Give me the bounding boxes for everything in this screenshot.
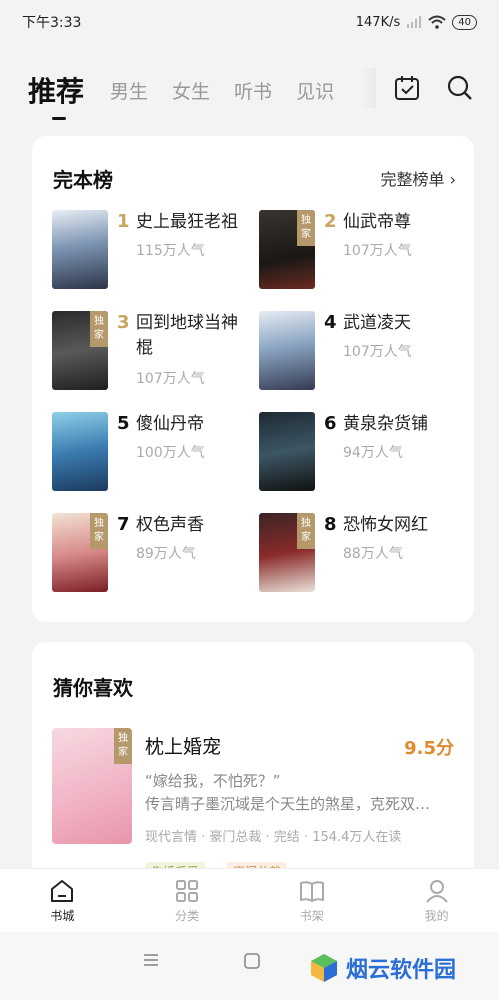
user-icon	[425, 880, 448, 903]
ranking-book-7[interactable]: 独家 7 权色声香 89万人气	[52, 513, 252, 593]
guess-you-like-card: 猜你喜欢 独家 枕上婚宠 9.5分 “嫁给我，不怕死？” 传言晴子墨沉域是个天生…	[32, 642, 474, 882]
exclusive-badge: 独家	[90, 311, 108, 347]
bottom-nav-label: 分类	[175, 909, 200, 923]
tab-female[interactable]: 女生	[172, 77, 210, 104]
battery-icon: 40	[452, 14, 477, 30]
ranking-book-4[interactable]: 4 武道凌天 107万人气	[259, 311, 459, 391]
exclusive-badge: 独家	[114, 728, 132, 764]
top-tab-bar: 推荐 男生 女生 听书 见识	[0, 60, 499, 120]
open-book-icon	[299, 881, 324, 902]
bottom-nav-category[interactable]: 分类	[125, 869, 250, 932]
home-button-icon[interactable]	[243, 952, 261, 970]
rank-number: 2	[324, 211, 337, 232]
status-bar: 下午3:33 147K/s 40	[0, 0, 499, 44]
guess-book-quote: “嫁给我，不怕死？”	[145, 772, 281, 790]
checkin-calendar-icon[interactable]	[393, 74, 421, 102]
book-cover: 独家	[52, 311, 108, 390]
rank-number: 4	[324, 312, 337, 333]
book-cover	[259, 412, 315, 491]
bottom-nav-bookshelf[interactable]: 书架	[250, 869, 375, 932]
bottom-nav-label: 书架	[299, 909, 324, 923]
exclusive-badge: 独家	[297, 513, 315, 549]
watermark-text: 烟云软件园	[346, 958, 457, 983]
book-popularity: 107万人气	[343, 243, 412, 259]
ranking-book-2[interactable]: 独家 2 仙武帝尊 107万人气	[259, 210, 459, 290]
network-speed: 147K/s	[355, 14, 401, 30]
book-popularity: 107万人气	[136, 371, 205, 387]
full-list-link[interactable]: 完整榜单 ›	[381, 166, 457, 190]
wifi-icon	[428, 15, 446, 29]
bottom-nav-profile[interactable]: 我的	[374, 869, 499, 932]
menu-icon[interactable]	[142, 952, 160, 968]
book-popularity: 88万人气	[343, 546, 403, 562]
bottom-nav-label: 我的	[424, 909, 449, 923]
book-title: 回到地球当神棍	[136, 313, 238, 358]
book-cover: 独家	[259, 513, 315, 592]
book-cover	[52, 412, 108, 491]
book-popularity: 107万人气	[343, 344, 412, 360]
rank-number: 7	[117, 514, 130, 535]
ranking-title: 完本榜	[53, 168, 113, 192]
book-title: 武道凌天	[343, 313, 411, 333]
exclusive-badge: 独家	[297, 210, 315, 246]
ranking-book-1[interactable]: 1 史上最狂老祖 115万人气	[52, 210, 252, 290]
bottom-nav-label: 书城	[50, 909, 75, 923]
guess-book-title[interactable]: 枕上婚宠	[145, 732, 221, 759]
bottom-nav-bar: 书城 分类 书架 我的	[0, 868, 499, 932]
tab-recommend[interactable]: 推荐	[28, 70, 84, 120]
grid-icon	[176, 880, 199, 902]
book-popularity: 94万人气	[343, 445, 403, 461]
rank-number: 8	[324, 514, 337, 535]
ranking-book-8[interactable]: 独家 8 恐怖女网红 88万人气	[259, 513, 459, 593]
guess-book-score: 9.5分	[404, 738, 454, 759]
book-cover: 独家	[259, 210, 315, 289]
search-icon[interactable]	[446, 74, 474, 102]
book-title: 黄泉杂货铺	[343, 414, 428, 434]
rank-number: 3	[117, 312, 130, 333]
book-cover: 独家	[52, 513, 108, 592]
tab-male[interactable]: 男生	[110, 77, 148, 104]
ranking-book-5[interactable]: 5 傻仙丹帝 100万人气	[52, 412, 252, 492]
guess-title: 猜你喜欢	[53, 676, 133, 700]
book-title: 恐怖女网红	[343, 515, 428, 535]
book-popularity: 89万人气	[136, 546, 196, 562]
rank-number: 6	[324, 413, 337, 434]
rank-number: 5	[117, 413, 130, 434]
watermark: 烟云软件园	[308, 952, 456, 984]
book-cover	[259, 311, 315, 390]
book-popularity: 100万人气	[136, 445, 205, 461]
ranking-book-6[interactable]: 6 黄泉杂货铺 94万人气	[259, 412, 459, 492]
guess-book-cover[interactable]: 独家	[52, 728, 132, 844]
guess-book-meta: 现代言情 · 豪门总裁 · 完结 · 154.4万人在读	[145, 830, 402, 845]
book-title: 仙武帝尊	[343, 212, 411, 232]
guess-book-description: 传言晴子墨沉域是个天生的煞星，克死双…	[145, 795, 431, 813]
home-icon	[51, 880, 74, 902]
book-popularity: 115万人气	[136, 243, 205, 259]
status-time: 下午3:33	[22, 15, 82, 31]
book-title: 傻仙丹帝	[136, 414, 204, 434]
tab-insight[interactable]: 见识	[296, 77, 334, 104]
completed-ranking-card: 完本榜 完整榜单 › 1 史上最狂老祖 115万人气 独家 2 仙武帝尊 107…	[32, 136, 474, 622]
tab-fade	[362, 68, 376, 108]
rank-number: 1	[117, 211, 130, 232]
signal-icon	[407, 16, 422, 28]
tab-audiobook[interactable]: 听书	[234, 77, 272, 104]
book-cover	[52, 210, 108, 289]
book-title: 权色声香	[136, 515, 204, 535]
exclusive-badge: 独家	[90, 513, 108, 549]
bottom-nav-bookstore[interactable]: 书城	[0, 869, 125, 932]
status-indicators: 147K/s 40	[355, 14, 477, 30]
cube-logo-icon	[311, 954, 337, 982]
book-title: 史上最狂老祖	[136, 212, 238, 232]
ranking-book-3[interactable]: 独家 3 回到地球当神棍 107万人气	[52, 311, 252, 391]
